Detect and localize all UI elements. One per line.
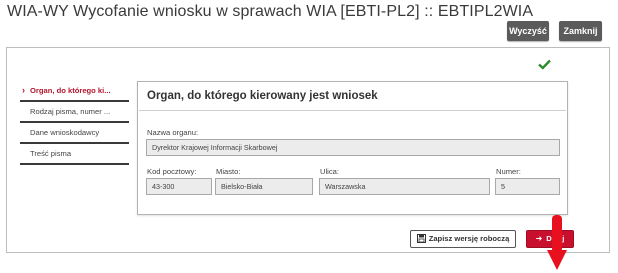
city-label: Miasto:: [216, 167, 241, 176]
authority-field[interactable]: Dyrektor Krajowej Informacji Skarbowej: [146, 139, 560, 156]
number-label: Numer:: [496, 167, 521, 176]
step-item-organ[interactable]: › Organ, do którego ki...: [20, 81, 129, 102]
save-draft-label: Zapisz wersję roboczą: [428, 234, 510, 243]
panel-title: Organ, do którego kierowany jest wniosek: [147, 90, 378, 102]
chevron-right-icon: ›: [22, 85, 25, 95]
clear-button[interactable]: Wyczyść: [507, 21, 549, 41]
save-draft-button[interactable]: Zapisz wersję roboczą: [410, 230, 516, 248]
step-item-document-type[interactable]: Rodzaj pisma, numer ...: [20, 102, 129, 123]
arrow-right-icon: ➜: [535, 234, 543, 243]
number-field[interactable]: 5: [495, 178, 560, 195]
city-field[interactable]: Bielsko-Biała: [215, 178, 313, 195]
step-label: Rodzaj pisma, numer ...: [30, 107, 111, 116]
postal-code-field[interactable]: 43-300: [146, 178, 212, 195]
step-label: Treść pisma: [30, 149, 72, 158]
form-frame: › Organ, do którego ki... Rodzaj pisma, …: [6, 47, 610, 270]
step-navigation: › Organ, do którego ki... Rodzaj pisma, …: [20, 81, 129, 165]
street-label: Ulica:: [320, 167, 339, 176]
close-button[interactable]: Zamknij: [559, 21, 602, 41]
step-label: Organ, do którego ki...: [30, 86, 111, 95]
step-item-content[interactable]: Treść pisma: [20, 144, 129, 165]
step-item-applicant[interactable]: Dane wnioskodawcy: [20, 123, 129, 144]
authority-label: Nazwa organu:: [147, 128, 199, 137]
floppy-disk-icon: [416, 234, 426, 243]
step-label: Dane wnioskodawcy: [30, 128, 100, 137]
postal-code-label: Kod pocztowy:: [147, 167, 197, 176]
panel-divider: [139, 110, 566, 111]
authority-panel: Organ, do którego kierowany jest wniosek…: [137, 81, 568, 215]
window-title: WIA-WY Wycofanie wniosku w sprawach WIA …: [7, 3, 534, 20]
street-field[interactable]: Warszawska: [319, 178, 490, 195]
checkmark-icon: [538, 59, 551, 70]
red-down-arrow-icon: [547, 215, 567, 270]
